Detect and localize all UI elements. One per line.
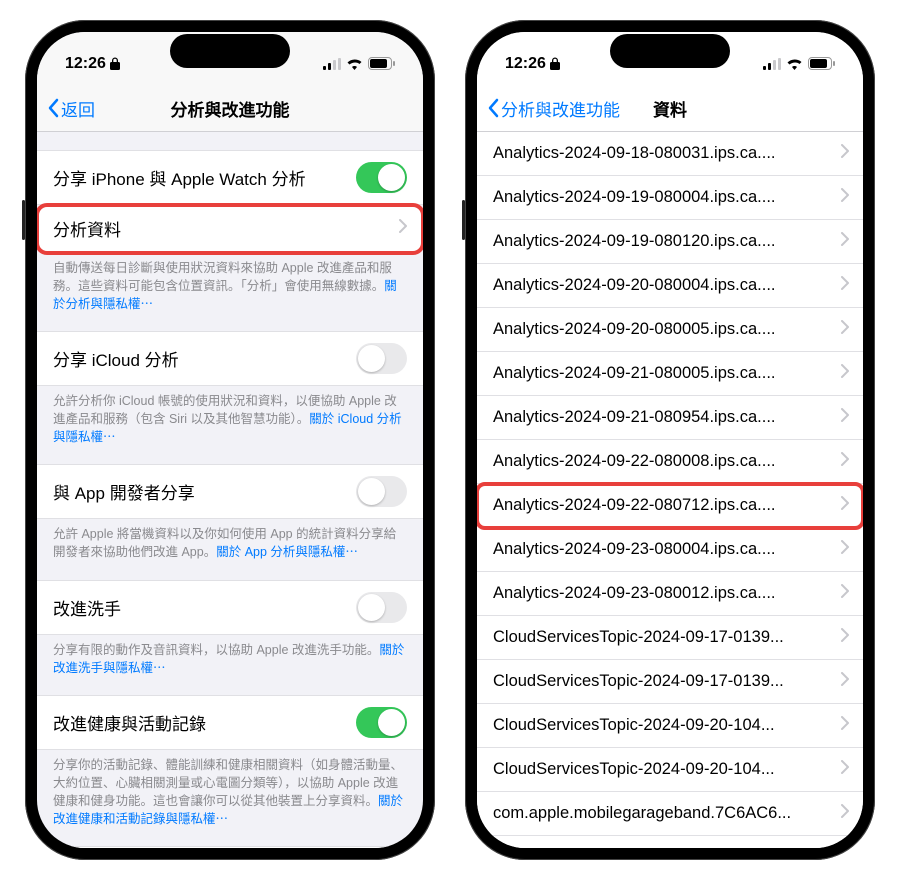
file-label: com.apple.mobilegarageband.7C6AC6... bbox=[493, 804, 791, 823]
chevron-right-icon bbox=[841, 716, 849, 735]
dynamic-island bbox=[170, 34, 290, 68]
file-row[interactable]: Analytics-2024-09-19-080120.ips.ca.... bbox=[477, 220, 863, 264]
file-list[interactable]: Analytics-2024-09-18-080031.ips.ca.... An… bbox=[477, 132, 863, 848]
chevron-right-icon bbox=[841, 672, 849, 691]
chevron-right-icon bbox=[841, 320, 849, 339]
file-row[interactable]: CloudServicesTopic-2024-09-17-0139... bbox=[477, 616, 863, 660]
file-row[interactable]: com.apple.mobilegarageband.A45EFE... bbox=[477, 836, 863, 848]
file-row[interactable]: CloudServicesTopic-2024-09-17-0139... bbox=[477, 660, 863, 704]
chevron-right-icon bbox=[841, 188, 849, 207]
cell-label: 分享 iPhone 與 Apple Watch 分析 bbox=[53, 165, 306, 190]
toggle-share-developers[interactable] bbox=[356, 476, 407, 507]
file-row[interactable]: Analytics-2024-09-22-080712.ips.ca.... bbox=[477, 484, 863, 528]
file-label: Analytics-2024-09-22-080712.ips.ca.... bbox=[493, 496, 776, 515]
footer-note-3: 允許 Apple 將當機資料以及你如何使用 App 的統計資料分享給開發者來協助… bbox=[37, 519, 423, 561]
file-label: CloudServicesTopic-2024-09-17-0139... bbox=[493, 628, 784, 647]
chevron-right-icon bbox=[841, 760, 849, 779]
battery-icon bbox=[368, 57, 395, 70]
chevron-right-icon bbox=[841, 496, 849, 515]
file-label: CloudServicesTopic-2024-09-17-0139... bbox=[493, 672, 784, 691]
cell-label: 分析資料 bbox=[53, 216, 121, 241]
back-label: 分析與改進功能 bbox=[501, 96, 620, 121]
toggle-improve-handwash[interactable] bbox=[356, 592, 407, 623]
file-row[interactable]: Analytics-2024-09-19-080004.ips.ca.... bbox=[477, 176, 863, 220]
chevron-right-icon bbox=[841, 276, 849, 295]
battery-icon bbox=[808, 57, 835, 70]
row-improve-safety[interactable]: 改進安全性 bbox=[37, 846, 423, 847]
file-label: Analytics-2024-09-23-080012.ips.ca.... bbox=[493, 584, 776, 603]
cell-label: 改進健康與活動記錄 bbox=[53, 710, 206, 735]
file-row[interactable]: Analytics-2024-09-18-080031.ips.ca.... bbox=[477, 132, 863, 176]
file-label: Analytics-2024-09-19-080004.ips.ca.... bbox=[493, 188, 776, 207]
file-label: Analytics-2024-09-18-080031.ips.ca.... bbox=[493, 144, 776, 163]
file-row[interactable]: CloudServicesTopic-2024-09-20-104... bbox=[477, 704, 863, 748]
footer-note-2: 允許分析你 iCloud 帳號的使用狀況和資料，以便協助 Apple 改進產品和… bbox=[37, 386, 423, 446]
phone-left: 12:26 返回 分析與改進功能 分享 iPhone 與 Apple Watch… bbox=[25, 20, 435, 860]
file-row[interactable]: Analytics-2024-09-20-080004.ips.ca.... bbox=[477, 264, 863, 308]
status-time: 12:26 bbox=[65, 55, 106, 73]
lock-icon bbox=[110, 57, 120, 70]
wifi-icon bbox=[786, 58, 803, 70]
nav-bar: 分析與改進功能 資料 bbox=[477, 86, 863, 132]
cellular-icon bbox=[763, 58, 781, 70]
chevron-right-icon bbox=[399, 218, 407, 238]
toggle-share-iphone[interactable] bbox=[356, 162, 407, 193]
file-row[interactable]: Analytics-2024-09-23-080012.ips.ca.... bbox=[477, 572, 863, 616]
chevron-right-icon bbox=[841, 364, 849, 383]
cellular-icon bbox=[323, 58, 341, 70]
file-label: Analytics-2024-09-22-080008.ips.ca.... bbox=[493, 452, 776, 471]
row-share-icloud[interactable]: 分享 iCloud 分析 bbox=[37, 331, 423, 386]
chevron-right-icon bbox=[841, 804, 849, 823]
chevron-right-icon bbox=[841, 232, 849, 251]
file-label: Analytics-2024-09-19-080120.ips.ca.... bbox=[493, 232, 776, 251]
cell-label: 分享 iCloud 分析 bbox=[53, 346, 179, 371]
cell-label: 與 App 開發者分享 bbox=[53, 479, 195, 504]
row-share-developers[interactable]: 與 App 開發者分享 bbox=[37, 464, 423, 519]
file-label: Analytics-2024-09-23-080004.ips.ca.... bbox=[493, 540, 776, 559]
status-time: 12:26 bbox=[505, 55, 546, 73]
footer-note-5: 分享你的活動記錄、體能訓練和健康相關資料（如身體活動量、大約位置、心臟相關測量或… bbox=[37, 750, 423, 829]
row-improve-health[interactable]: 改進健康與活動記錄 bbox=[37, 695, 423, 750]
cell-label: 改進洗手 bbox=[53, 595, 121, 620]
back-label: 返回 bbox=[61, 96, 95, 121]
file-row[interactable]: Analytics-2024-09-21-080005.ips.ca.... bbox=[477, 352, 863, 396]
file-label: Analytics-2024-09-20-080004.ips.ca.... bbox=[493, 276, 776, 295]
file-label: CloudServicesTopic-2024-09-20-104... bbox=[493, 716, 775, 735]
file-row[interactable]: CloudServicesTopic-2024-09-20-104... bbox=[477, 748, 863, 792]
link-app-privacy[interactable]: 關於 App 分析與隱私權⋯ bbox=[216, 545, 358, 559]
file-row[interactable]: Analytics-2024-09-22-080008.ips.ca.... bbox=[477, 440, 863, 484]
chevron-right-icon bbox=[841, 584, 849, 603]
chevron-right-icon bbox=[841, 628, 849, 647]
toggle-share-icloud[interactable] bbox=[356, 343, 407, 374]
row-analytics-data[interactable]: 分析資料 bbox=[37, 205, 423, 253]
chevron-left-icon bbox=[47, 98, 59, 118]
lock-icon bbox=[550, 57, 560, 70]
row-share-iphone-analytics[interactable]: 分享 iPhone 與 Apple Watch 分析 bbox=[37, 150, 423, 205]
chevron-right-icon bbox=[841, 144, 849, 163]
footer-note-1: 自動傳送每日診斷與使用狀況資料來協助 Apple 改進產品和服務。這些資料可能包… bbox=[37, 253, 423, 313]
back-button[interactable]: 分析與改進功能 bbox=[487, 96, 620, 121]
file-row[interactable]: Analytics-2024-09-23-080004.ips.ca.... bbox=[477, 528, 863, 572]
chevron-left-icon bbox=[487, 98, 499, 118]
nav-bar: 返回 分析與改進功能 bbox=[37, 86, 423, 132]
dynamic-island bbox=[610, 34, 730, 68]
back-button[interactable]: 返回 bbox=[47, 96, 95, 121]
file-label: CloudServicesTopic-2024-09-20-104... bbox=[493, 760, 775, 779]
file-row[interactable]: com.apple.mobilegarageband.7C6AC6... bbox=[477, 792, 863, 836]
phone-right: 12:26 分析與改進功能 資料 Analytics-2024-09-18-08… bbox=[465, 20, 875, 860]
row-improve-handwash[interactable]: 改進洗手 bbox=[37, 580, 423, 635]
chevron-right-icon bbox=[841, 452, 849, 471]
footer-note-4: 分享有限的動作及音訊資料，以協助 Apple 改進洗手功能。關於改進洗手與隱私權… bbox=[37, 635, 423, 677]
wifi-icon bbox=[346, 58, 363, 70]
file-row[interactable]: Analytics-2024-09-20-080005.ips.ca.... bbox=[477, 308, 863, 352]
file-row[interactable]: Analytics-2024-09-21-080954.ips.ca.... bbox=[477, 396, 863, 440]
file-label: Analytics-2024-09-20-080005.ips.ca.... bbox=[493, 320, 776, 339]
chevron-right-icon bbox=[841, 408, 849, 427]
chevron-right-icon bbox=[841, 540, 849, 559]
toggle-improve-health[interactable] bbox=[356, 707, 407, 738]
file-label: Analytics-2024-09-21-080005.ips.ca.... bbox=[493, 364, 776, 383]
settings-content[interactable]: 分享 iPhone 與 Apple Watch 分析 分析資料 自動傳送每日診斷… bbox=[37, 132, 423, 848]
file-label: Analytics-2024-09-21-080954.ips.ca.... bbox=[493, 408, 776, 427]
